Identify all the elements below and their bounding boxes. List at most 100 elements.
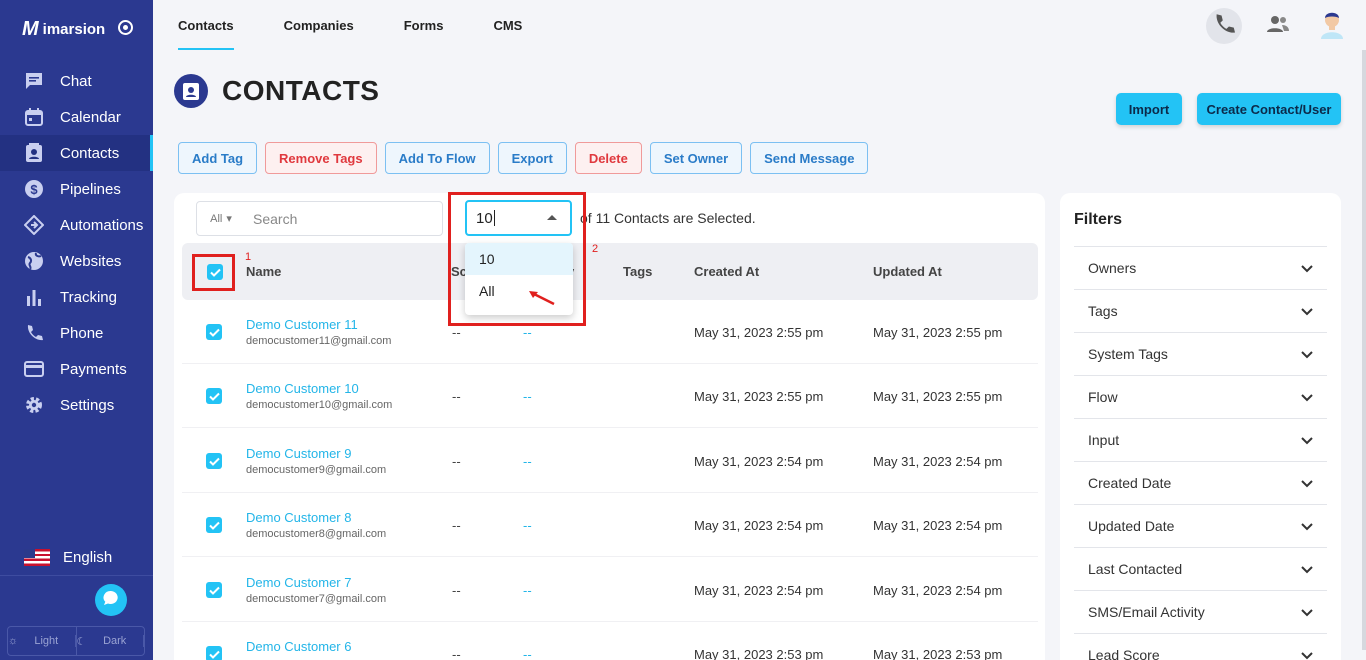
row-checkbox[interactable] [206, 453, 222, 469]
page-title: CONTACTS [222, 75, 380, 106]
delete-button[interactable]: Delete [574, 142, 642, 174]
sidebar-item-calendar[interactable]: Calendar [0, 99, 153, 135]
filter-updated-date[interactable]: Updated Date [1074, 505, 1327, 548]
record-icon[interactable] [118, 20, 133, 35]
link-value[interactable]: -- [523, 518, 532, 533]
logo[interactable]: M imarsion [22, 18, 133, 41]
chevron-down-icon [1301, 260, 1313, 276]
language-selector[interactable]: English [0, 540, 153, 576]
chevron-down-icon [1301, 647, 1313, 660]
search-scope-select[interactable]: All ▾ [197, 212, 245, 226]
updated-at: May 31, 2023 2:55 pm [873, 325, 1003, 340]
filter-system-tags[interactable]: System Tags [1074, 333, 1327, 376]
row-checkbox[interactable] [206, 582, 222, 598]
contact-name-link[interactable]: Demo Customer 6 [246, 639, 351, 654]
filter-label: System Tags [1088, 346, 1168, 362]
filter-sms-email-activity[interactable]: SMS/Email Activity [1074, 591, 1327, 634]
table-row[interactable]: Demo Customer 10 democustomer10@gmail.co… [182, 364, 1038, 428]
row-checkbox[interactable] [206, 324, 222, 340]
profile-avatar[interactable] [1314, 8, 1350, 44]
sidebar-item-label: Tracking [60, 288, 117, 306]
sidebar-item-phone[interactable]: Phone [0, 315, 153, 351]
contact-name-link[interactable]: Demo Customer 7 [246, 575, 351, 590]
filter-created-date[interactable]: Created Date [1074, 462, 1327, 505]
contacts-table-card: All ▾ Search 10 of 11 Contacts are Select… [174, 193, 1045, 660]
contact-name-link[interactable]: Demo Customer 8 [246, 510, 351, 525]
link-value[interactable]: -- [523, 583, 532, 598]
sidebar-item-settings[interactable]: Settings [0, 387, 153, 423]
check-icon [208, 650, 220, 659]
sidebar-item-websites[interactable]: Websites [0, 243, 153, 279]
phone-call-button[interactable] [1206, 8, 1242, 44]
sidebar-item-label: Contacts [60, 144, 120, 162]
filter-label: Lead Score [1088, 647, 1160, 660]
chevron-down-icon [1301, 475, 1313, 491]
link-value[interactable]: -- [523, 325, 532, 340]
phone-icon [1213, 13, 1235, 40]
language-label: English [63, 549, 113, 566]
column-name[interactable]: Name [246, 264, 281, 279]
link-value[interactable]: -- [523, 454, 532, 469]
filter-flow[interactable]: Flow [1074, 376, 1327, 419]
updated-at: May 31, 2023 2:55 pm [873, 389, 1003, 404]
check-icon [208, 457, 220, 466]
filter-owners[interactable]: Owners [1074, 247, 1327, 290]
score-value: -- [452, 454, 461, 469]
add-tag-button[interactable]: Add Tag [178, 142, 258, 174]
theme-light-label: Light [18, 635, 76, 647]
filter-input[interactable]: Input [1074, 419, 1327, 462]
check-icon [208, 586, 220, 595]
chat-bubble-button[interactable] [95, 584, 127, 616]
row-checkbox[interactable] [206, 388, 222, 404]
contacts-icon [174, 74, 208, 108]
sidebar-item-label: Phone [60, 324, 104, 342]
sidebar-item-pipelines[interactable]: $ Pipelines [0, 171, 153, 207]
contact-name-link[interactable]: Demo Customer 9 [246, 446, 351, 461]
table-row[interactable]: Demo Customer 11 democustomer11@gmail.co… [182, 300, 1038, 364]
created-at: May 31, 2023 2:55 pm [694, 389, 824, 404]
table-row[interactable]: Demo Customer 8 democustomer8@gmail.com … [182, 493, 1038, 557]
create-contact-button[interactable]: Create Contact/User [1197, 93, 1341, 125]
table-row[interactable]: Demo Customer 6 -- -- May 31, 2023 2:53 … [182, 622, 1038, 660]
row-checkbox[interactable] [206, 646, 222, 660]
svg-text:$: $ [30, 182, 38, 197]
table-row[interactable]: Demo Customer 9 democustomer9@gmail.com … [182, 429, 1038, 493]
table-row[interactable]: Demo Customer 7 democustomer7@gmail.com … [182, 558, 1038, 622]
filter-lead-score[interactable]: Lead Score [1074, 634, 1327, 660]
column-updated-at[interactable]: Updated At [873, 264, 942, 279]
send-message-button[interactable]: Send Message [750, 142, 869, 174]
column-created-at[interactable]: Created At [694, 264, 759, 279]
row-checkbox[interactable] [206, 517, 222, 533]
page-scrollbar[interactable] [1362, 50, 1366, 650]
tab-companies[interactable]: Companies [259, 0, 379, 50]
theme-light-button[interactable]: ☼ Light [8, 627, 77, 655]
score-value: -- [452, 583, 461, 598]
calendar-icon [24, 107, 44, 127]
tab-cms[interactable]: CMS [468, 0, 547, 50]
add-to-flow-button[interactable]: Add To Flow [384, 142, 490, 174]
sidebar-item-automations[interactable]: Automations [0, 207, 153, 243]
theme-dark-button[interactable]: ☾ Dark [77, 627, 144, 655]
search-input[interactable]: Search [245, 211, 297, 227]
filter-last-contacted[interactable]: Last Contacted [1074, 548, 1327, 591]
column-tags[interactable]: Tags [623, 264, 652, 279]
contacts-icon [24, 143, 44, 163]
contact-email: democustomer8@gmail.com [246, 528, 387, 540]
tab-forms[interactable]: Forms [379, 0, 469, 50]
link-value[interactable]: -- [523, 647, 532, 660]
contact-name-link[interactable]: Demo Customer 10 [246, 381, 359, 396]
updated-at: May 31, 2023 2:53 pm [873, 647, 1003, 660]
sidebar-item-contacts[interactable]: Contacts [0, 135, 153, 171]
sidebar-item-tracking[interactable]: Tracking [0, 279, 153, 315]
sidebar-item-chat[interactable]: Chat [0, 63, 153, 99]
tab-contacts[interactable]: Contacts [153, 0, 259, 50]
contact-name-link[interactable]: Demo Customer 11 [246, 317, 358, 332]
remove-tags-button[interactable]: Remove Tags [265, 142, 377, 174]
sidebar-item-payments[interactable]: Payments [0, 351, 153, 387]
export-button[interactable]: Export [497, 142, 567, 174]
link-value[interactable]: -- [523, 389, 532, 404]
set-owner-button[interactable]: Set Owner [649, 142, 743, 174]
team-button[interactable] [1260, 8, 1296, 44]
filter-tags[interactable]: Tags [1074, 290, 1327, 333]
import-button[interactable]: Import [1116, 93, 1182, 125]
